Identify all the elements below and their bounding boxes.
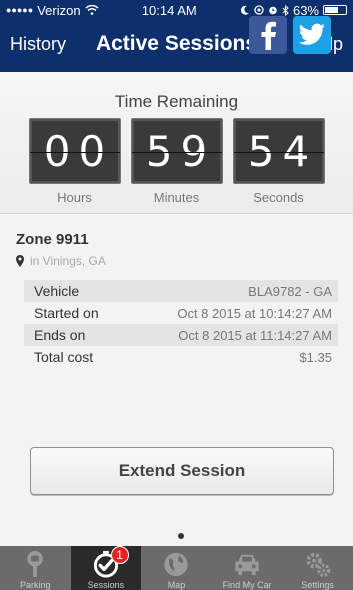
battery-icon — [323, 5, 347, 15]
tab-label: Settings — [301, 580, 334, 590]
facebook-share-button[interactable] — [249, 16, 287, 54]
detail-value: Oct 8 2015 at 11:14:27 AM — [178, 327, 332, 343]
tab-map[interactable]: Map — [141, 546, 212, 590]
clock: 10:14 AM — [141, 2, 197, 18]
signal-icon: ●●●●● — [6, 5, 34, 15]
carrier-label: Verizon — [37, 2, 81, 18]
detail-value: $1.35 — [299, 349, 332, 365]
minutes-label: Minutes — [153, 190, 200, 205]
tab-label: Map — [167, 580, 186, 590]
detail-row-vehicle: Vehicle BLA9782 - GA — [24, 280, 338, 302]
session-details: Vehicle BLA9782 - GA Started on Oct 8 20… — [24, 280, 338, 368]
minutes-tile: 59 — [130, 118, 223, 184]
alarm-icon — [269, 6, 277, 15]
detail-key: Started on — [34, 305, 99, 321]
countdown-panel: Time Remaining 00 59 54 Hours Minutes Se… — [0, 72, 353, 214]
tab-settings[interactable]: Settings — [282, 546, 353, 590]
screen: ●●●●● Verizon 10:14 AM 63% History Activ… — [0, 0, 353, 590]
hours-digits: 00 — [43, 126, 114, 176]
social-share — [249, 16, 331, 54]
page-indicator — [178, 533, 184, 539]
tab-sessions[interactable]: 1 Sessions — [70, 546, 142, 590]
globe-icon — [164, 552, 189, 577]
moon-icon — [240, 5, 249, 15]
history-button[interactable]: History — [10, 34, 66, 55]
tab-label: Find My Car — [222, 580, 272, 590]
location-lock-icon — [254, 5, 264, 15]
tab-label: Sessions — [87, 580, 125, 590]
tab-parking[interactable]: Parking — [0, 546, 71, 590]
seconds-label: Seconds — [253, 190, 304, 205]
detail-value: BLA9782 - GA — [248, 283, 332, 299]
detail-key: Total cost — [34, 349, 94, 365]
bluetooth-icon — [282, 4, 289, 16]
hours-label: Hours — [57, 190, 92, 205]
sessions-badge: 1 — [110, 546, 129, 564]
seconds-digits: 54 — [247, 126, 318, 176]
detail-row-ends: Ends on Oct 8 2015 at 11:14:27 AM — [24, 324, 338, 346]
wifi-icon — [85, 5, 99, 15]
time-remaining-label: Time Remaining — [114, 92, 239, 111]
hours-tile: 00 — [28, 118, 121, 184]
extend-session-button[interactable]: Extend Session — [30, 447, 334, 495]
car-icon — [235, 554, 259, 576]
tab-find-my-car[interactable]: Find My Car — [212, 546, 283, 590]
tab-label: Parking — [20, 580, 51, 590]
detail-key: Vehicle — [34, 283, 80, 299]
gears-icon — [306, 552, 330, 577]
twitter-share-button[interactable] — [293, 16, 331, 54]
seconds-tile: 54 — [232, 118, 325, 184]
zone-info: Zone 9911 in Vinings, GA — [0, 215, 353, 268]
twitter-icon — [298, 23, 325, 45]
facebook-icon — [261, 21, 276, 50]
zone-location: in Vinings, GA — [30, 254, 106, 268]
tab-bar: Parking 1 Sessions Map Find My Car Setti… — [0, 546, 353, 590]
detail-row-started: Started on Oct 8 2015 at 10:14:27 AM — [24, 302, 338, 324]
parking-meter-icon — [27, 550, 44, 578]
detail-key: Ends on — [34, 327, 86, 343]
location-pin-icon — [16, 255, 24, 267]
detail-row-total-cost: Total cost $1.35 — [24, 346, 338, 368]
zone-name: Zone 9911 — [16, 231, 89, 248]
detail-value: Oct 8 2015 at 10:14:27 AM — [177, 305, 332, 321]
minutes-digits: 59 — [145, 126, 216, 176]
